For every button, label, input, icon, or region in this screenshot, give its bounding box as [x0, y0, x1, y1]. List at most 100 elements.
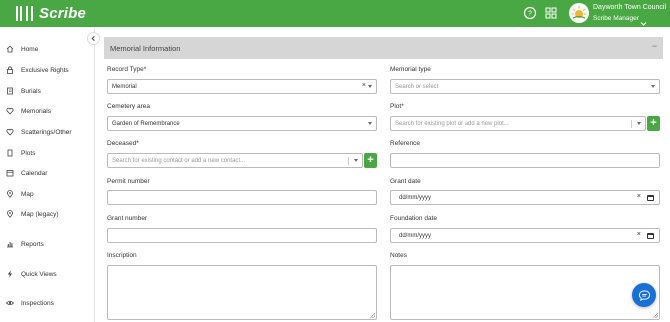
- grant-date-label: Grant date: [390, 178, 421, 185]
- council-logo-icon: [569, 3, 589, 23]
- memorial-type-label: Memorial type: [390, 66, 431, 73]
- inscription-textarea[interactable]: [107, 265, 377, 320]
- sidebar-item-label: Scatterings/Other: [21, 128, 72, 136]
- user-role[interactable]: Scribe Manager: [593, 15, 639, 22]
- clear-icon[interactable]: ×: [362, 82, 366, 89]
- grant-date-input[interactable]: dd/mm/yyyy ×: [390, 190, 660, 205]
- collapse-section-icon[interactable]: −: [652, 41, 657, 51]
- foundation-date-label: Foundation date: [390, 215, 437, 222]
- sidebar-item-label: Map: [21, 190, 34, 198]
- foundation-date-placeholder: dd/mm/yyyy: [399, 232, 432, 239]
- sidebar-item-label: Reports: [21, 240, 44, 248]
- plot-search-select[interactable]: Search for existing plot or add a new pl…: [390, 116, 646, 131]
- deceased-search-select[interactable]: Search for existing contact or add a new…: [107, 153, 363, 168]
- clear-icon[interactable]: ×: [637, 231, 641, 238]
- chevron-down-icon: [354, 159, 358, 162]
- memorial-type-select[interactable]: Search or select: [390, 79, 660, 94]
- plot-placeholder: Search for existing plot or add a new pl…: [395, 120, 509, 127]
- field-separator: [348, 157, 349, 165]
- add-deceased-button[interactable]: +: [364, 153, 377, 168]
- sidebar-item-reports[interactable]: Reports: [6, 238, 91, 250]
- record-type-label: Record Type*: [107, 66, 147, 73]
- reference-input[interactable]: [390, 153, 660, 168]
- chevron-down-icon: [368, 122, 372, 125]
- memorial-type-placeholder: Search or select: [395, 83, 439, 90]
- reference-label: Reference: [390, 140, 420, 147]
- sidebar-item-exclusive-rights[interactable]: Exclusive Rights: [6, 64, 91, 76]
- permit-number-label: Permit number: [107, 178, 150, 185]
- section-title: Memorial Information: [110, 44, 181, 53]
- eye-icon: [6, 300, 14, 306]
- add-plot-button[interactable]: +: [647, 116, 660, 131]
- grant-number-input[interactable]: [107, 228, 377, 243]
- sidebar-item-label: Home: [21, 45, 39, 53]
- map-pin-icon: [7, 210, 13, 218]
- resize-handle-icon[interactable]: [370, 313, 375, 318]
- deceased-label: Deceased*: [107, 140, 139, 147]
- chevron-down-icon: [368, 85, 372, 88]
- sidebar-item-scatterings[interactable]: Scatterings/Other: [6, 126, 91, 138]
- calendar-icon: [6, 170, 14, 177]
- chevron-down-icon[interactable]: [640, 14, 647, 26]
- sidebar-item-inspections[interactable]: Inspections: [6, 297, 91, 309]
- sidebar-item-label: Inspections: [21, 299, 54, 307]
- record-type-select[interactable]: Memorial ×: [107, 79, 377, 94]
- collapse-sidebar-button[interactable]: [87, 32, 100, 45]
- grant-number-label: Grant number: [107, 215, 148, 222]
- sidebar-item-label: Exclusive Rights: [21, 66, 69, 74]
- sidebar-item-label: Calendar: [21, 169, 48, 177]
- plot-icon: [7, 149, 13, 157]
- app-logo[interactable]: Scribe: [15, 4, 86, 23]
- chevron-down-icon: [651, 85, 655, 88]
- help-icon[interactable]: ?: [523, 6, 537, 20]
- notes-label: Notes: [390, 252, 407, 259]
- sidebar-item-label: Map (legacy): [21, 210, 59, 218]
- book-icon: [7, 87, 13, 95]
- notes-textarea[interactable]: [390, 265, 660, 320]
- home-icon: [6, 45, 14, 53]
- record-type-value: Memorial: [112, 83, 137, 90]
- sidebar-item-map[interactable]: Map: [6, 188, 91, 200]
- field-separator: [631, 120, 632, 128]
- sidebar-item-burials[interactable]: Burials: [6, 85, 91, 97]
- chevron-left-icon: [91, 35, 95, 42]
- sidebar-item-home[interactable]: Home: [6, 43, 91, 55]
- lock-icon: [7, 66, 13, 74]
- cemetery-area-value: Garden of Remembrance: [112, 120, 180, 127]
- logo-mark-icon: [15, 6, 35, 21]
- memorial-information-header[interactable]: Memorial Information −: [104, 37, 663, 59]
- chevron-down-icon: [637, 122, 641, 125]
- council-name[interactable]: Dayworth Town Council: [593, 4, 666, 11]
- sidebar-item-quick-views[interactable]: Quick Views: [6, 268, 91, 280]
- logo-text: Scribe: [39, 5, 87, 22]
- sidebar-item-memorials[interactable]: Memorials: [6, 105, 91, 117]
- plot-label: Plot*: [390, 103, 404, 110]
- sidebar-item-calendar[interactable]: Calendar: [6, 167, 91, 179]
- sidebar-item-label: Memorials: [21, 107, 51, 115]
- chat-button[interactable]: [632, 283, 656, 307]
- cemetery-area-select[interactable]: Garden of Remembrance: [107, 116, 377, 131]
- calendar-icon[interactable]: [647, 233, 654, 239]
- grant-date-placeholder: dd/mm/yyyy: [399, 194, 432, 201]
- clear-icon[interactable]: ×: [637, 193, 641, 200]
- foundation-date-input[interactable]: dd/mm/yyyy ×: [390, 228, 660, 243]
- deceased-placeholder: Search for existing contact or add a new…: [112, 157, 246, 164]
- cemetery-area-label: Cemetery area: [107, 103, 150, 110]
- heart-icon: [6, 107, 14, 115]
- apps-grid-icon[interactable]: [544, 6, 558, 20]
- sidebar-item-label: Quick Views: [21, 270, 57, 278]
- resize-handle-icon[interactable]: [653, 313, 658, 318]
- svg-text:?: ?: [528, 11, 532, 18]
- permit-number-input[interactable]: [107, 190, 377, 205]
- sidebar-item-label: Burials: [21, 87, 41, 95]
- lightning-icon: [7, 270, 13, 278]
- chat-bubble-icon: [638, 289, 650, 301]
- sidebar-item-label: Plots: [21, 149, 36, 157]
- sidebar-item-map-legacy[interactable]: Map (legacy): [6, 208, 91, 220]
- map-pin-icon: [7, 190, 13, 198]
- heart-outline-icon: [6, 128, 14, 136]
- sidebar-item-plots[interactable]: Plots: [6, 147, 91, 159]
- top-bar: Scribe ? Dayworth Town Council Scribe Ma…: [0, 0, 670, 27]
- calendar-icon[interactable]: [647, 195, 654, 201]
- bar-chart-icon: [7, 242, 13, 248]
